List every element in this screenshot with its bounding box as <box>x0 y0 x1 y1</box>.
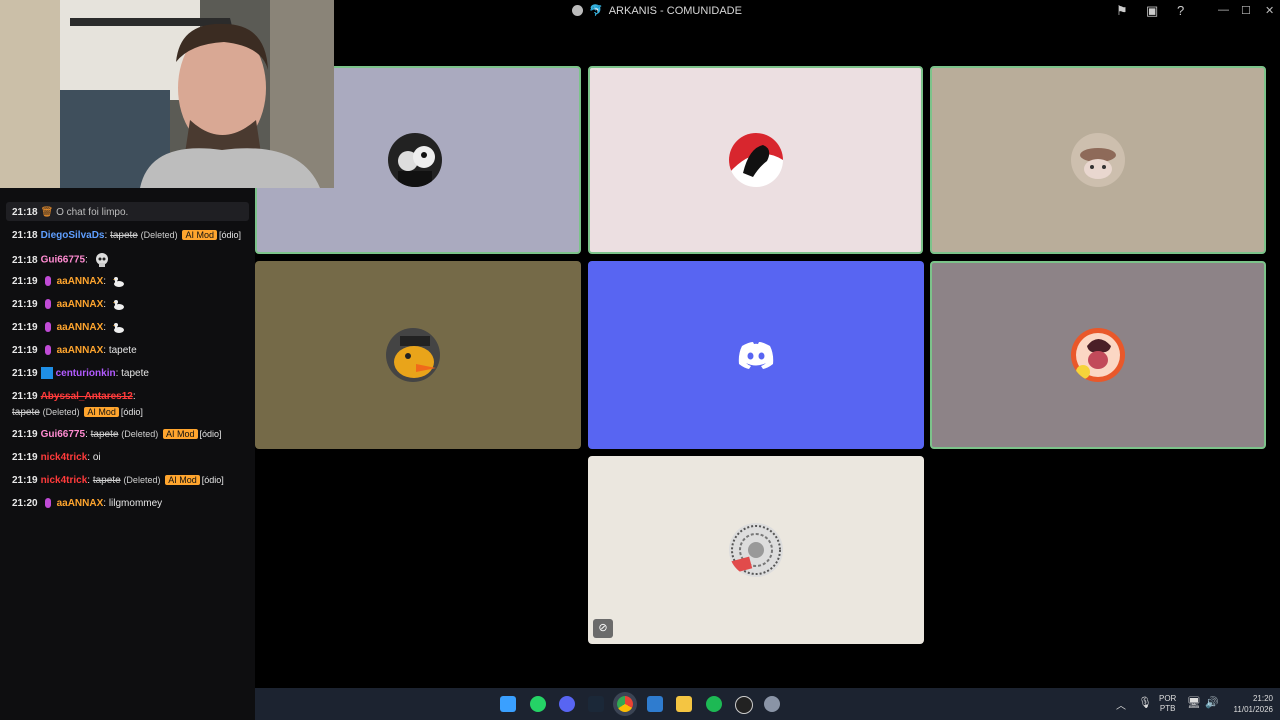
globe-icon <box>572 5 583 16</box>
chat-username[interactable]: nick4trick <box>41 475 88 486</box>
close-button[interactable]: ✕ <box>1265 4 1274 17</box>
chat-username[interactable]: DiegoSilvaDs <box>41 230 105 241</box>
flag-icon[interactable]: ⚑ <box>1116 3 1128 19</box>
chat-line: 21:19 nick4trick: oi <box>12 452 101 463</box>
chat-username[interactable]: aaANNAX <box>57 322 104 333</box>
chat-line: 21:19 aaANNAX: <box>12 321 124 334</box>
mic-badge-icon <box>44 498 51 509</box>
chat-line: 21:19 aaANNAX: <box>12 275 124 288</box>
minimize-button[interactable]: — <box>1218 4 1229 16</box>
maximize-button[interactable]: ☐ <box>1241 4 1251 17</box>
voice-tile-7[interactable]: ⊘ <box>588 456 924 644</box>
chat-line: 21:19 aaANNAX: <box>12 298 124 311</box>
chat-panel: 21:18 🗑 O chat foi limpo. 21:18 DiegoSilva… <box>0 188 255 720</box>
obs-icon[interactable] <box>735 696 753 714</box>
chat-line: 21:19 Abyssal_Antares12: <box>12 391 136 402</box>
user-avatar <box>729 523 783 577</box>
chat-line: 21:19 centurionkin: tapete <box>12 367 149 380</box>
user-avatar <box>1071 133 1125 187</box>
user-avatar <box>728 133 783 187</box>
steam-icon[interactable] <box>588 696 604 712</box>
language-indicator[interactable]: POR PTB <box>1159 694 1176 714</box>
file-explorer-icon[interactable] <box>676 696 692 712</box>
user-avatar <box>1071 328 1125 382</box>
voice-tile-2[interactable] <box>588 66 923 254</box>
prime-badge-icon <box>40 367 53 380</box>
chat-line: 21:19 Gui66775: tapete (Deleted) AI Mod [ó… <box>12 429 222 440</box>
tray-chevron-icon[interactable]: ︿ <box>1116 697 1126 712</box>
mic-badge-icon <box>44 299 51 310</box>
spotify-icon[interactable] <box>706 696 722 712</box>
voice-tile-6[interactable] <box>930 261 1266 449</box>
user-avatar <box>388 133 442 187</box>
volume-icon[interactable]: 🔊 <box>1205 696 1219 709</box>
trash-icon: 🗑 <box>40 207 54 218</box>
windows-start-icon[interactable] <box>500 696 516 712</box>
goose-emote-icon <box>112 277 124 288</box>
chat-username[interactable]: nick4trick <box>41 452 88 463</box>
settings-icon[interactable] <box>764 696 780 712</box>
mic-badge-icon <box>44 322 51 333</box>
voice-tile-3[interactable] <box>930 66 1266 254</box>
window-title: 🐬 ARKANIS - COMUNIDADE <box>572 4 742 17</box>
user-avatar <box>386 328 440 382</box>
chat-username[interactable]: aaANNAX <box>57 345 104 356</box>
skull-emote-icon <box>95 253 108 267</box>
stream-hidden-icon[interactable]: ⊘ <box>593 619 613 638</box>
whatsapp-icon[interactable] <box>530 696 546 712</box>
webcam-overlay <box>0 0 334 188</box>
chat-username[interactable]: aaANNAX <box>57 498 104 509</box>
chat-line: 21:20 aaANNAX: lilgmommey <box>12 498 163 509</box>
goose-emote-icon <box>112 300 124 311</box>
chat-username[interactable]: Abyssal_Antares12 <box>41 391 133 402</box>
photos-icon[interactable] <box>647 696 663 712</box>
voice-tile-5[interactable] <box>588 261 924 449</box>
webcam-feed <box>0 0 334 188</box>
chat-username[interactable]: Gui66775 <box>41 255 85 266</box>
chat-line-continued: tapete (Deleted) AI Mod [ódio] <box>12 407 143 418</box>
chat-line: 21:18 🗑 O chat foi limpo. <box>12 207 129 218</box>
discord-icon <box>729 328 783 382</box>
chrome-icon[interactable] <box>617 696 633 712</box>
goose-emote-icon <box>112 323 124 334</box>
voice-tile-4[interactable] <box>255 261 581 449</box>
discord-taskbar-icon[interactable] <box>559 696 575 712</box>
chat-line: 21:19 aaANNAX: tapete <box>12 345 137 356</box>
inbox-icon[interactable]: ▣ <box>1146 3 1158 19</box>
network-icon[interactable]: 🖥 <box>1187 696 1201 709</box>
microphone-icon[interactable]: 🎙 <box>1138 696 1152 709</box>
server-icon: 🐬 <box>589 5 603 17</box>
chat-username[interactable]: aaANNAX <box>57 299 104 310</box>
help-icon[interactable]: ? <box>1177 3 1184 19</box>
chat-line: 21:18 Gui66775: <box>12 252 110 268</box>
chat-line: 21:18 DiegoSilvaDs: tapete (Deleted) AI M… <box>12 230 241 241</box>
chat-username[interactable]: aaANNAX <box>57 276 104 287</box>
clock[interactable]: 21:20 11/01/2026 <box>1225 693 1273 715</box>
mic-badge-icon <box>44 276 51 287</box>
chat-username[interactable]: Gui66775 <box>41 429 85 440</box>
chat-username[interactable]: centurionkin <box>56 368 116 379</box>
mic-badge-icon <box>44 345 51 356</box>
chat-line: 21:19 nick4trick: tapete (Deleted) AI Mod… <box>12 475 224 486</box>
window-title-text: ARKANIS - COMUNIDADE <box>608 4 742 17</box>
taskbar: ︿ 🎙 POR PTB 🖥 🔊 21:20 11/01/2026 <box>255 688 1280 720</box>
